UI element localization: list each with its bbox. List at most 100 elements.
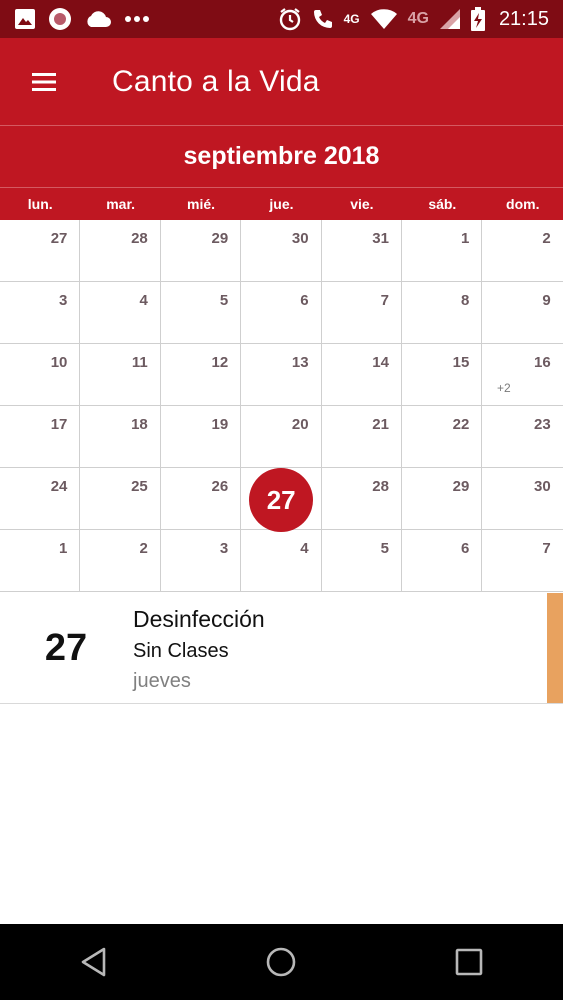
recents-button[interactable] [439, 932, 499, 992]
cloud-icon [84, 9, 112, 29]
calendar-day-cell[interactable]: 1 [0, 530, 81, 592]
calendar-day-cell[interactable]: 24 [0, 468, 81, 530]
day-number: 4 [139, 292, 148, 309]
calendar-day-cell[interactable]: 26 [161, 468, 242, 530]
calendar-day-cell[interactable]: 8 [402, 282, 483, 344]
back-button[interactable] [64, 932, 124, 992]
day-number: 28 [372, 478, 389, 495]
day-number: 21 [372, 416, 389, 433]
day-number: 18 [131, 416, 148, 433]
day-number: 20 [291, 416, 309, 433]
more-events-indicator: +2 [497, 381, 511, 395]
calendar-day-cell-today[interactable]: 27 [241, 468, 322, 532]
event-list-item[interactable]: 27 Desinfección Sin Clases jueves [0, 593, 563, 704]
day-number: 22 [452, 416, 470, 433]
calendar-day-cell[interactable]: 29 [161, 220, 242, 282]
wifi-call-icon [312, 8, 334, 30]
calendar-day-cell[interactable]: 7 [482, 530, 562, 592]
calendar-day-cell[interactable]: 5 [322, 530, 402, 592]
calendar-day-cell[interactable]: 9 [482, 282, 562, 344]
network-type-label: 4G [343, 12, 360, 26]
day-number: 9 [542, 292, 551, 309]
calendar-day-cell[interactable]: 28 [322, 468, 402, 530]
weekday-header-row: lun. mar. mié. jue. vie. sáb. dom. [0, 187, 563, 220]
day-number: 29 [452, 478, 470, 495]
calendar-day-cell[interactable]: 23 [482, 406, 562, 468]
calendar-day-cell[interactable]: 3 [0, 282, 81, 344]
calendar-day-cell[interactable]: 5 [161, 282, 242, 344]
day-number: 15 [452, 354, 470, 371]
day-number: 16 [534, 354, 551, 371]
weekday-label: vie. [350, 196, 374, 212]
calendar-day-cell[interactable]: 12 [161, 344, 242, 406]
calendar-day-cell[interactable]: 22 [402, 406, 483, 468]
day-number: 7 [542, 540, 551, 557]
day-number: 14 [372, 354, 389, 371]
calendar-day-cell[interactable]: 19 [161, 406, 242, 468]
calendar-day-cell[interactable]: 2 [80, 530, 161, 592]
calendar-day-cell[interactable]: 10 [0, 344, 81, 406]
calendar-day-cell[interactable]: 4 [241, 530, 322, 592]
day-number: 26 [211, 478, 229, 495]
battery-charging-icon [470, 7, 485, 31]
calendar-day-cell[interactable]: 18 [80, 406, 161, 468]
day-number: 7 [380, 292, 389, 309]
weekday-label: mié. [187, 196, 216, 212]
calendar-week-row: 1 2 3 4 5 6 7 [0, 530, 563, 592]
calendar-day-cell[interactable]: 3 [161, 530, 242, 592]
calendar-day-cell[interactable]: 13 [241, 344, 322, 406]
calendar-day-cell[interactable]: 4 [80, 282, 161, 344]
calendar-day-cell[interactable]: 1 [402, 220, 483, 282]
menu-button[interactable] [0, 38, 88, 125]
calendar-day-cell[interactable]: 30 [241, 220, 322, 282]
day-number: 5 [219, 292, 229, 309]
back-icon [81, 947, 106, 977]
calendar-day-cell[interactable]: 30 [482, 468, 562, 530]
weekday-label: dom. [506, 196, 540, 212]
day-number: 6 [300, 292, 309, 309]
day-number: 27 [50, 230, 68, 247]
calendar-day-cell[interactable]: 29 [402, 468, 483, 530]
calendar-day-cell[interactable]: 7 [322, 282, 402, 344]
status-bar: 4G 4G 21:15 [0, 0, 563, 38]
image-icon [14, 8, 36, 30]
signal-icon [439, 8, 461, 30]
calendar-day-cell[interactable]: 11 [80, 344, 161, 406]
event-day-number: 27 [44, 626, 88, 669]
calendar-day-cell[interactable]: 6 [402, 530, 483, 592]
day-number: 19 [211, 416, 229, 433]
day-number: 12 [211, 354, 229, 371]
home-button[interactable] [251, 932, 311, 992]
calendar-day-cell[interactable]: 28 [80, 220, 161, 282]
day-number: 28 [131, 230, 148, 247]
weekday-label: sáb. [428, 196, 457, 212]
calendar-day-cell[interactable]: 21 [322, 406, 402, 468]
day-number: 31 [372, 230, 389, 247]
calendar-week-row: 3 4 5 6 7 8 9 [0, 282, 563, 344]
event-title: Desinfección [133, 606, 265, 632]
calendar-day-cell[interactable]: 15 [402, 344, 483, 406]
weekday-label: mar. [106, 196, 136, 212]
calendar-day-cell[interactable]: 14 [322, 344, 402, 406]
alarm-icon [278, 7, 302, 31]
calendar-day-cell[interactable]: 31 [322, 220, 402, 282]
event-color-stripe [547, 593, 563, 703]
calendar-day-cell[interactable]: 6 [241, 282, 322, 344]
day-number: 10 [50, 354, 68, 371]
calendar-day-cell[interactable]: 20 [241, 406, 322, 468]
calendar-day-cell[interactable]: 17 [0, 406, 81, 468]
calendar-day-cell[interactable]: 2 [482, 220, 562, 282]
weekday-label: lun. [27, 196, 53, 212]
calendar-day-cell[interactable]: 16 +2 [482, 344, 562, 406]
calendar-day-cell[interactable]: 25 [80, 468, 161, 530]
app-title: Canto a la Vida [112, 64, 320, 98]
today-indicator: 27 [249, 468, 314, 532]
day-number: 3 [59, 292, 68, 309]
calendar-day-cell[interactable]: 27 [0, 220, 81, 282]
network-type-secondary-label: 4G [407, 10, 429, 27]
day-number: 8 [461, 292, 470, 309]
hamburger-menu-icon [32, 72, 56, 91]
status-time: 21:15 [498, 7, 549, 30]
day-number: 1 [59, 540, 68, 557]
wifi-icon [370, 8, 398, 30]
